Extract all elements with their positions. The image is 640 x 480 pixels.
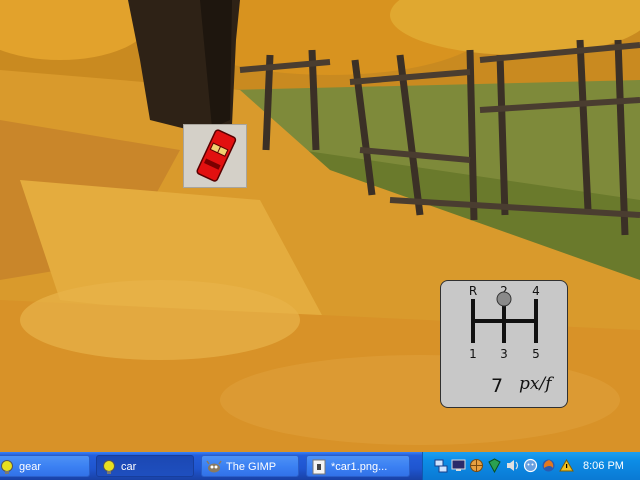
lightbulb-icon bbox=[103, 460, 115, 474]
clock[interactable]: 8:06 PM bbox=[583, 452, 624, 480]
taskbar-button-label: car bbox=[121, 461, 137, 473]
gear-label-3: 3 bbox=[500, 347, 508, 361]
taskbar-button-label: The GIMP bbox=[226, 461, 277, 473]
network-icon[interactable] bbox=[433, 458, 448, 473]
gear-knob[interactable] bbox=[496, 291, 512, 307]
lightbulb-icon bbox=[1, 460, 13, 474]
taskbar-button-label: gear bbox=[19, 461, 42, 473]
taskbar-button-gimp[interactable]: The GIMP bbox=[201, 455, 299, 477]
display-icon[interactable] bbox=[451, 458, 466, 473]
red-car-icon bbox=[196, 129, 237, 182]
taskbar-button-car[interactable]: car bbox=[96, 455, 194, 477]
car-window[interactable] bbox=[183, 124, 247, 188]
taskbar-button-label: *car1.png... bbox=[331, 461, 388, 473]
messenger-icon[interactable] bbox=[523, 458, 538, 473]
taskbar-button-gear[interactable]: gear bbox=[0, 455, 90, 477]
firefox-icon[interactable] bbox=[541, 458, 556, 473]
globe-icon[interactable] bbox=[469, 458, 484, 473]
speed-value: 7 bbox=[491, 375, 504, 397]
volume-icon[interactable] bbox=[505, 458, 520, 473]
system-tray: 8:06 PM bbox=[422, 452, 640, 480]
gear-label-1: 1 bbox=[469, 347, 477, 361]
taskbar-button-car1-image[interactable]: *car1.png... bbox=[306, 455, 410, 477]
speed-unit: px/f bbox=[519, 374, 552, 394]
antivirus-icon[interactable] bbox=[487, 458, 502, 473]
taskbar: gear car The GIMP *car1.png... 8:06 PM bbox=[0, 452, 640, 480]
image-document-icon bbox=[312, 459, 326, 475]
gear-label-5: 5 bbox=[532, 347, 540, 361]
gear-shift-window[interactable]: R 2 4 1 3 5 7 px/f bbox=[440, 280, 568, 408]
gimp-icon bbox=[206, 460, 222, 473]
alert-icon[interactable] bbox=[559, 458, 574, 473]
